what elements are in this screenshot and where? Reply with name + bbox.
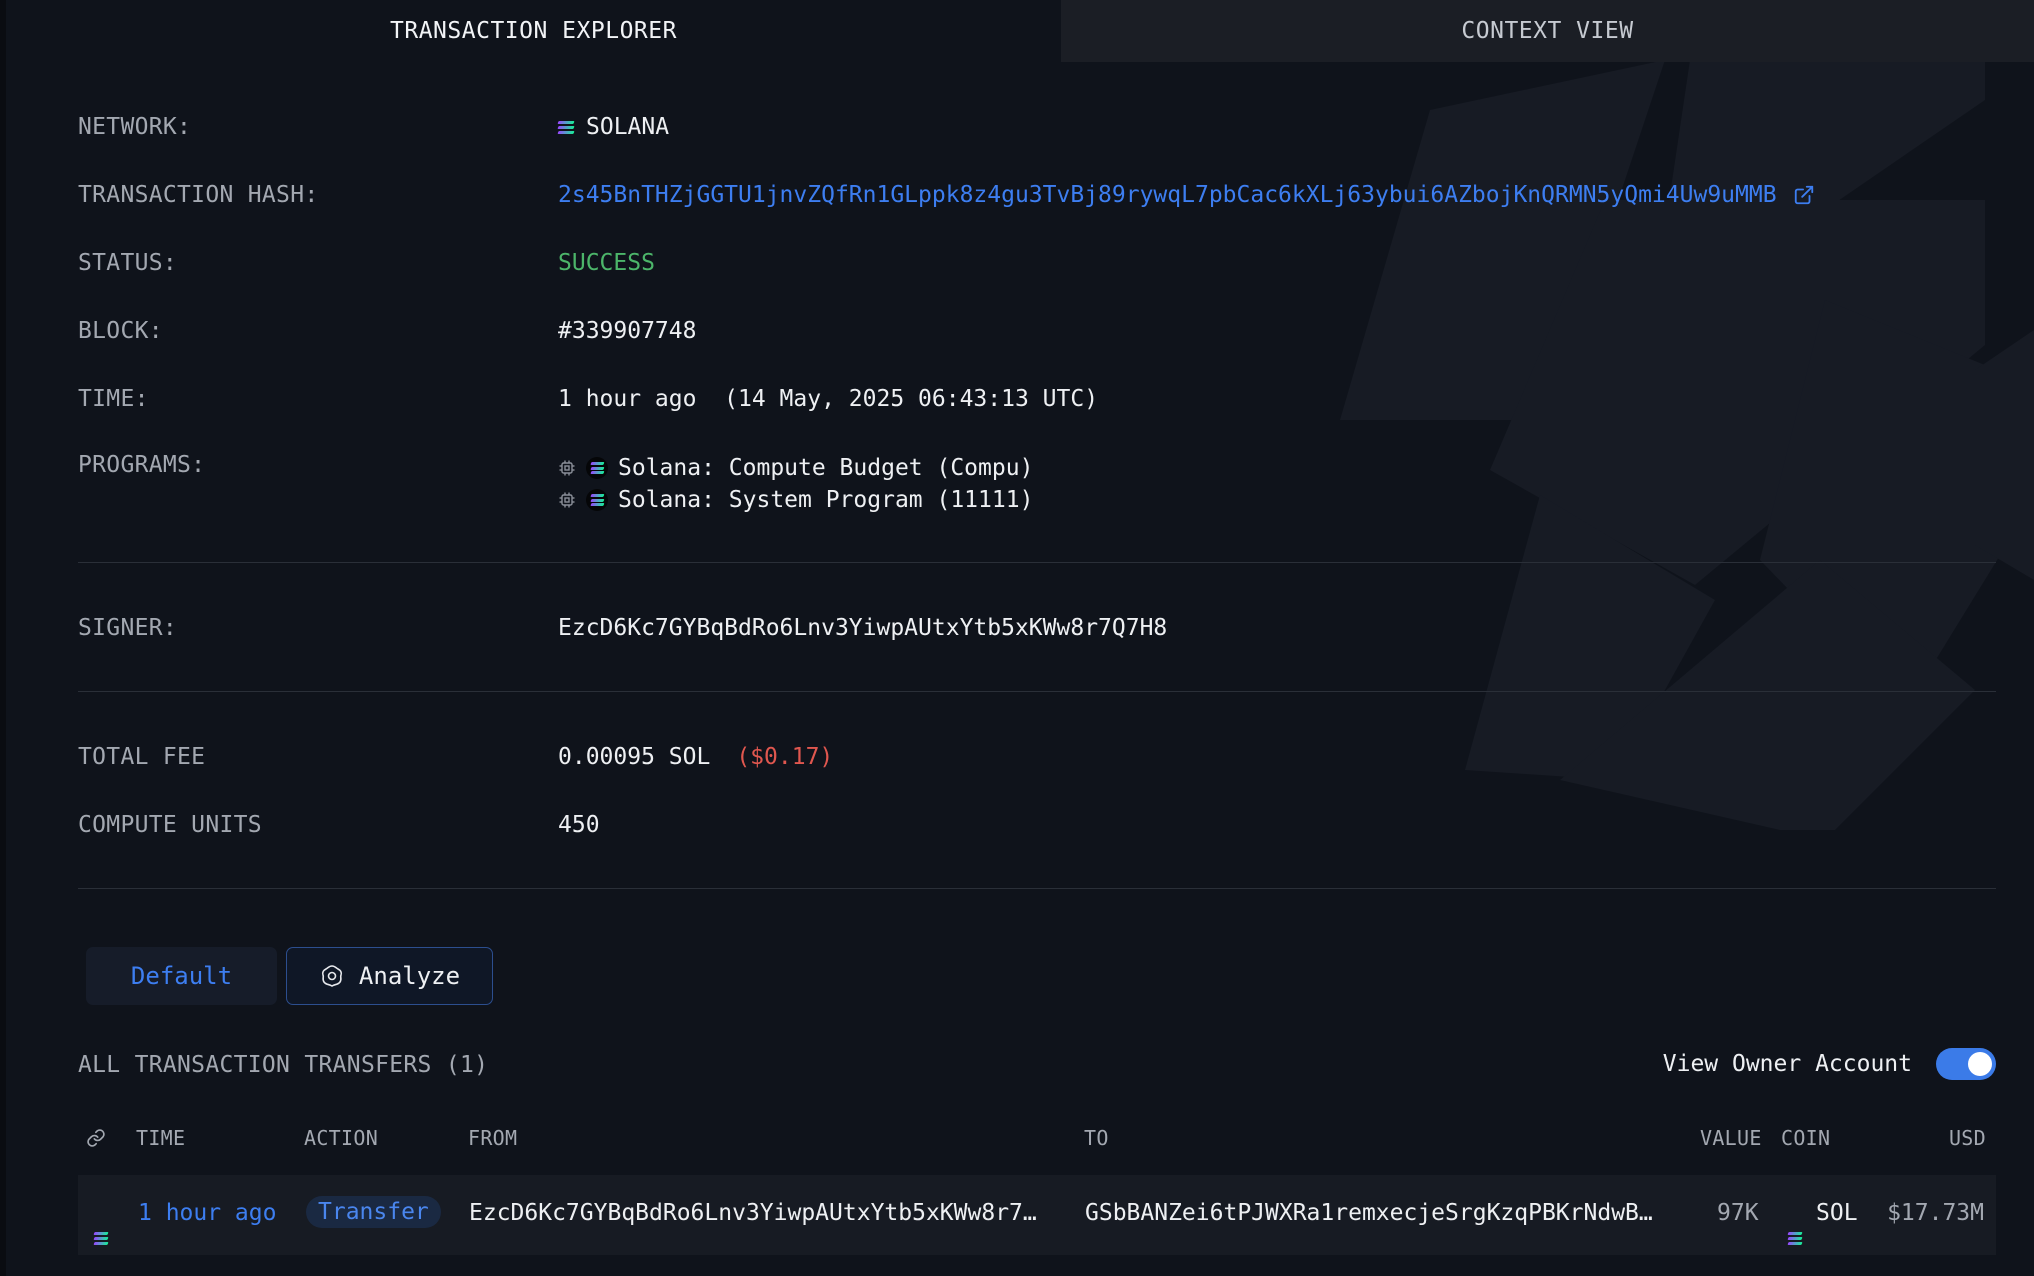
- transfer-usd: $17.73M: [1887, 1200, 1984, 1226]
- program-item[interactable]: Solana: Compute Budget (Compu): [558, 452, 1033, 484]
- hash-row: TRANSACTION HASH: 2s45BnTHZjGGTU1jnvZQfR…: [78, 180, 1996, 210]
- column-usd[interactable]: USD: [1949, 1126, 1986, 1150]
- fee-row: TOTAL FEE 0.00095 SOL ($0.17): [78, 742, 1996, 772]
- time-value: 1 hour ago (14 May, 2025 06:43:13 UTC): [558, 386, 1099, 412]
- divider: [78, 691, 1996, 692]
- table-row[interactable]: 1 hour ago Transfer EzcD6Kc7GYBqBdRo6Lnv…: [78, 1175, 1996, 1255]
- compute-label: COMPUTE UNITS: [78, 812, 262, 838]
- chip-icon: [559, 460, 575, 476]
- column-to[interactable]: TO: [1084, 1126, 1109, 1150]
- compute-value: 450: [558, 812, 600, 838]
- fee-value: 0.00095 SOL: [558, 744, 711, 770]
- column-coin[interactable]: COIN: [1781, 1126, 1830, 1150]
- program-item[interactable]: Solana: System Program (11111): [558, 484, 1033, 516]
- action-badge: Transfer: [306, 1196, 441, 1228]
- analyze-button[interactable]: Analyze: [286, 947, 493, 1005]
- programs-list: Solana: Compute Budget (Compu) Solana: S…: [558, 452, 1033, 516]
- time-row: TIME: 1 hour ago (14 May, 2025 06:43:13 …: [78, 384, 1996, 414]
- fee-usd-value: ($0.17): [736, 744, 834, 770]
- link-icon: [86, 1128, 106, 1153]
- network-value-wrap: SOLANA: [557, 114, 670, 140]
- signer-row: SIGNER: EzcD6Kc7GYBqBdRo6Lnv3YiwpAUtxYtb…: [78, 613, 1996, 643]
- analyze-label: Analyze: [358, 962, 461, 990]
- signer-value[interactable]: EzcD6Kc7GYBqBdRo6Lnv3YiwpAUtxYtb5xKWw8r7…: [558, 615, 1167, 641]
- tab-context-view[interactable]: CONTEXT VIEW: [1061, 0, 2034, 62]
- status-label: STATUS:: [78, 250, 178, 276]
- signer-label: SIGNER:: [78, 615, 178, 641]
- chip-icon: [559, 492, 575, 508]
- transfer-coin[interactable]: SOL: [1816, 1200, 1858, 1226]
- fee-value-wrap: 0.00095 SOL ($0.17): [558, 744, 833, 770]
- divider: [78, 562, 1996, 563]
- hash-label: TRANSACTION HASH:: [78, 182, 319, 208]
- external-link-icon[interactable]: [1793, 184, 1815, 206]
- column-from[interactable]: FROM: [468, 1126, 517, 1150]
- network-value: SOLANA: [586, 114, 670, 140]
- divider: [78, 888, 1996, 889]
- left-edge: [0, 0, 6, 1276]
- owner-account-toggle-wrap: View Owner Account: [1663, 1048, 1996, 1080]
- column-action[interactable]: ACTION: [304, 1126, 378, 1150]
- tab-transaction-explorer[interactable]: TRANSACTION EXPLORER: [6, 0, 1061, 62]
- status-row: STATUS: SUCCESS: [78, 248, 1996, 278]
- solana-program-icon: [586, 489, 608, 511]
- toggle-knob: [1968, 1052, 1992, 1076]
- program-name: Solana: Compute Budget (Compu): [618, 455, 1034, 481]
- column-time[interactable]: TIME: [136, 1126, 185, 1150]
- analyze-icon: [321, 965, 342, 987]
- network-row: NETWORK: SOLANA: [78, 112, 1996, 142]
- view-tabs: TRANSACTION EXPLORER CONTEXT VIEW: [6, 0, 2034, 62]
- column-value[interactable]: VALUE: [1700, 1126, 1762, 1150]
- solana-icon: [557, 119, 575, 135]
- transfer-time[interactable]: 1 hour ago: [138, 1200, 276, 1226]
- block-value[interactable]: #339907748: [558, 318, 696, 344]
- transfer-from[interactable]: EzcD6Kc7GYBqBdRo6Lnv3YiwpAUtxYtb5xKWw8r7…: [469, 1200, 1037, 1226]
- compute-row: COMPUTE UNITS 450: [78, 810, 1996, 840]
- view-owner-account-toggle[interactable]: [1936, 1048, 1996, 1080]
- transfer-value: 97K: [1717, 1200, 1759, 1226]
- toggle-label: View Owner Account: [1662, 1051, 1912, 1077]
- program-name: Solana: System Program (11111): [618, 487, 1034, 513]
- transfers-table-header: TIME ACTION FROM TO VALUE COIN USD: [78, 1126, 1996, 1158]
- transaction-hash-link[interactable]: 2s45BnTHZjGGTU1jnvZQfRn1GLppk8z4gu3TvBj8…: [558, 182, 1777, 208]
- fee-label: TOTAL FEE: [78, 744, 206, 770]
- status-value: SUCCESS: [558, 250, 655, 276]
- block-row: BLOCK: #339907748: [78, 316, 1996, 346]
- programs-row: PROGRAMS: Solana: Compute Budget (Compu): [78, 452, 1996, 516]
- transfers-title: ALL TRANSACTION TRANSFERS (1): [78, 1052, 489, 1078]
- solana-program-icon: [586, 457, 608, 479]
- transaction-explorer-page: TRANSACTION EXPLORER CONTEXT VIEW NETWOR…: [0, 0, 2034, 1276]
- transfer-to[interactable]: GSbBANZei6tPJWXRa1remxecjeSrgKzqPBKrNdwB…: [1085, 1200, 1653, 1226]
- block-label: BLOCK:: [78, 318, 163, 344]
- programs-label: PROGRAMS:: [78, 452, 206, 478]
- default-view-button[interactable]: Default: [86, 947, 277, 1005]
- hash-value-wrap: 2s45BnTHZjGGTU1jnvZQfRn1GLppk8z4gu3TvBj8…: [558, 182, 1815, 208]
- network-label: NETWORK:: [78, 114, 192, 140]
- time-label: TIME:: [78, 386, 149, 412]
